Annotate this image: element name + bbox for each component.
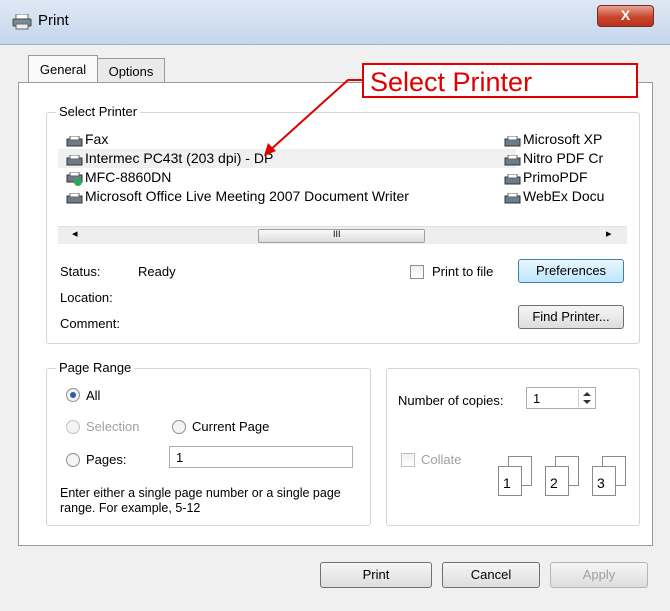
cancel-button[interactable]: Cancel: [442, 562, 540, 588]
print-dialog: Print X General Options Select Printer F…: [0, 0, 670, 611]
button-bar: Print Cancel Apply: [0, 550, 670, 611]
apply-button[interactable]: Apply: [550, 562, 648, 588]
print-button[interactable]: Print: [320, 562, 432, 588]
annotation-arrow-icon: [264, 79, 362, 156]
